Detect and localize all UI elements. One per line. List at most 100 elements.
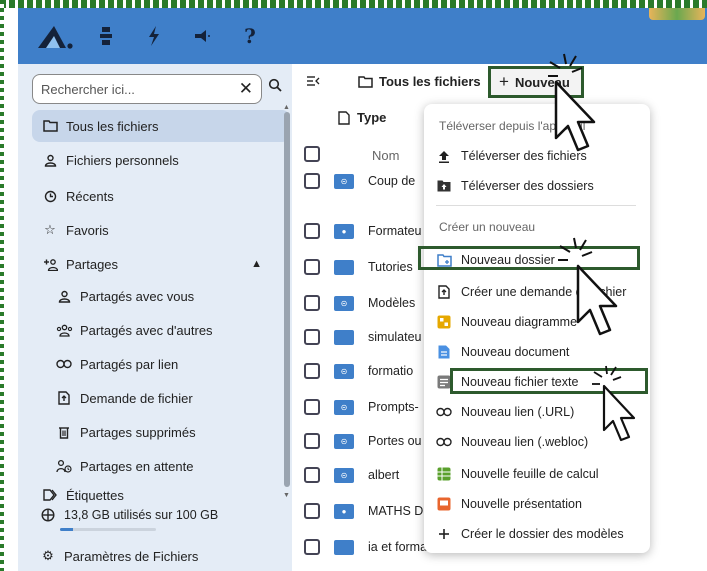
activity-icon[interactable] (136, 16, 172, 56)
storage-icon (38, 508, 58, 522)
sidebar-item-label: Partagés avec d'autres (80, 322, 213, 338)
folder-icon (40, 120, 60, 132)
sidebar-item-label: Partages (66, 256, 119, 272)
user-folder-icon: ● (334, 223, 354, 239)
shared-folder-icon: ⊝ (334, 433, 354, 449)
breadcrumb-label: Tous les fichiers (379, 74, 481, 89)
menu-item-label: Nouveau lien (.webloc) (461, 435, 589, 449)
menu-item-document[interactable]: Nouveau document (436, 338, 644, 366)
sidebar-item-recent[interactable]: Récents (32, 180, 290, 212)
shared-folder-icon: ⊝ (334, 363, 354, 379)
file-name[interactable]: Coup de (368, 174, 415, 188)
mouse-pointer-icon (548, 53, 596, 152)
sidebar-item-personal-files[interactable]: Fichiers personnels (32, 144, 290, 176)
help-icon[interactable]: ? (232, 16, 268, 56)
file-name[interactable]: Portes ou (368, 434, 422, 448)
search-icon[interactable] (268, 78, 282, 96)
mouse-pointer-icon (558, 237, 618, 336)
history-icon (40, 190, 60, 203)
scroll-down-icon[interactable]: ▼ (283, 492, 290, 499)
share-icon (40, 258, 60, 271)
upload-folder-icon (436, 179, 452, 193)
sidebar-item-file-request[interactable]: Demande de fichier (46, 382, 286, 414)
sidebar-item-shares[interactable]: Partages ▲ (32, 248, 290, 280)
diagram-icon (436, 315, 452, 329)
announcements-icon[interactable] (184, 16, 220, 56)
sidebar-item-label: Récents (66, 188, 114, 204)
sidebar-item-label: Partagés avec vous (80, 288, 195, 304)
sidebar: Rechercher ici... ✕ Tous les fichiers Fi… (18, 64, 292, 571)
document-icon (436, 345, 452, 359)
dotted-frame-top (0, 0, 707, 8)
scroll-up-icon[interactable]: ▲ (283, 104, 290, 111)
row-checkbox[interactable] (304, 295, 320, 311)
gear-icon: ⚙ (42, 548, 54, 563)
file-request-icon (54, 391, 74, 405)
file-name[interactable]: albert (368, 468, 399, 482)
sidebar-item-favorites[interactable]: ☆ Favoris (32, 214, 290, 246)
row-checkbox[interactable] (304, 399, 320, 415)
close-icon[interactable]: ✕ (239, 79, 253, 99)
toggle-sidebar-icon[interactable] (306, 74, 320, 91)
row-checkbox[interactable] (304, 433, 320, 449)
files-icon[interactable] (88, 16, 124, 56)
storage-label: 13,8 GB utilisés sur 100 GB (64, 508, 219, 522)
file-name[interactable]: Tutories (368, 260, 413, 274)
row-checkbox[interactable] (304, 363, 320, 379)
row-checkbox[interactable] (304, 259, 320, 275)
row-checkbox[interactable] (304, 223, 320, 239)
row-checkbox[interactable] (304, 329, 320, 345)
menu-item-label: Créer le dossier des modèles (461, 527, 624, 541)
sidebar-item-deleted-shares[interactable]: Partages supprimés (46, 416, 286, 448)
plus-icon (436, 527, 452, 541)
row-checkbox[interactable] (304, 539, 320, 555)
menu-item-label: Nouvelle présentation (461, 497, 582, 511)
file-name[interactable]: Modèles (368, 296, 415, 310)
mouse-pointer-icon (592, 365, 636, 442)
plus-icon: + (499, 72, 509, 91)
sidebar-scrollbar[interactable] (284, 112, 290, 487)
type-filter[interactable]: Type (338, 110, 386, 125)
menu-item-plus[interactable]: Créer le dossier des modèles (436, 520, 644, 548)
menu-item-label: Nouvelle feuille de calcul (461, 467, 599, 481)
select-all-checkbox[interactable] (304, 146, 320, 162)
spreadsheet-icon (436, 467, 452, 481)
storage-progress-bar (60, 528, 156, 531)
user-icon (54, 290, 74, 303)
app-logo-icon[interactable] (32, 16, 76, 56)
link-icon (436, 405, 452, 419)
sidebar-item-tags[interactable]: Étiquettes (32, 484, 290, 506)
type-filter-label: Type (357, 110, 387, 125)
upload-folders-item[interactable]: Téléverser des dossiers (436, 172, 644, 200)
sidebar-item-shared-with-others[interactable]: Partagés avec d'autres (46, 314, 286, 346)
row-checkbox[interactable] (304, 467, 320, 483)
file-name[interactable]: simulateu (368, 330, 422, 344)
shared-folder-icon: ⊝ (334, 295, 354, 311)
menu-item-spreadsheet[interactable]: Nouvelle feuille de calcul (436, 460, 644, 488)
file-name[interactable]: MATHS D (368, 504, 423, 518)
chevron-up-icon[interactable]: ▲ (251, 258, 262, 270)
sidebar-item-pending-shares[interactable]: Partages en attente (46, 450, 286, 482)
menu-item-presentation[interactable]: Nouvelle présentation (436, 490, 644, 518)
column-header-name[interactable]: Nom (372, 148, 399, 163)
row-checkbox[interactable] (304, 503, 320, 519)
link-icon (54, 359, 74, 369)
file-name[interactable]: formatio (368, 364, 413, 378)
sidebar-item-label: Étiquettes (66, 487, 124, 503)
file-name[interactable]: Formateu (368, 224, 422, 238)
storage-progress-fill (60, 528, 74, 531)
file-name[interactable]: Prompts- (368, 400, 419, 414)
row-checkbox[interactable] (304, 173, 320, 189)
files-settings[interactable]: ⚙ Paramètres de Fichiers (38, 548, 198, 564)
corner-decoration (649, 8, 705, 20)
search-field[interactable]: Rechercher ici... ✕ (32, 74, 262, 104)
sidebar-item-shared-with-you[interactable]: Partagés avec vous (46, 280, 286, 312)
sidebar-item-all-files[interactable]: Tous les fichiers (32, 110, 290, 142)
storage-usage[interactable]: 13,8 GB utilisés sur 100 GB (38, 508, 218, 522)
shared-folder-icon: ⊝ (334, 467, 354, 483)
search-input[interactable]: Rechercher ici... (41, 82, 239, 97)
sidebar-item-shared-by-link[interactable]: Partagés par lien (46, 348, 286, 380)
folder-icon (358, 75, 373, 88)
breadcrumb[interactable]: Tous les fichiers (358, 74, 481, 89)
menu-item-label: Nouveau lien (.URL) (461, 405, 575, 419)
